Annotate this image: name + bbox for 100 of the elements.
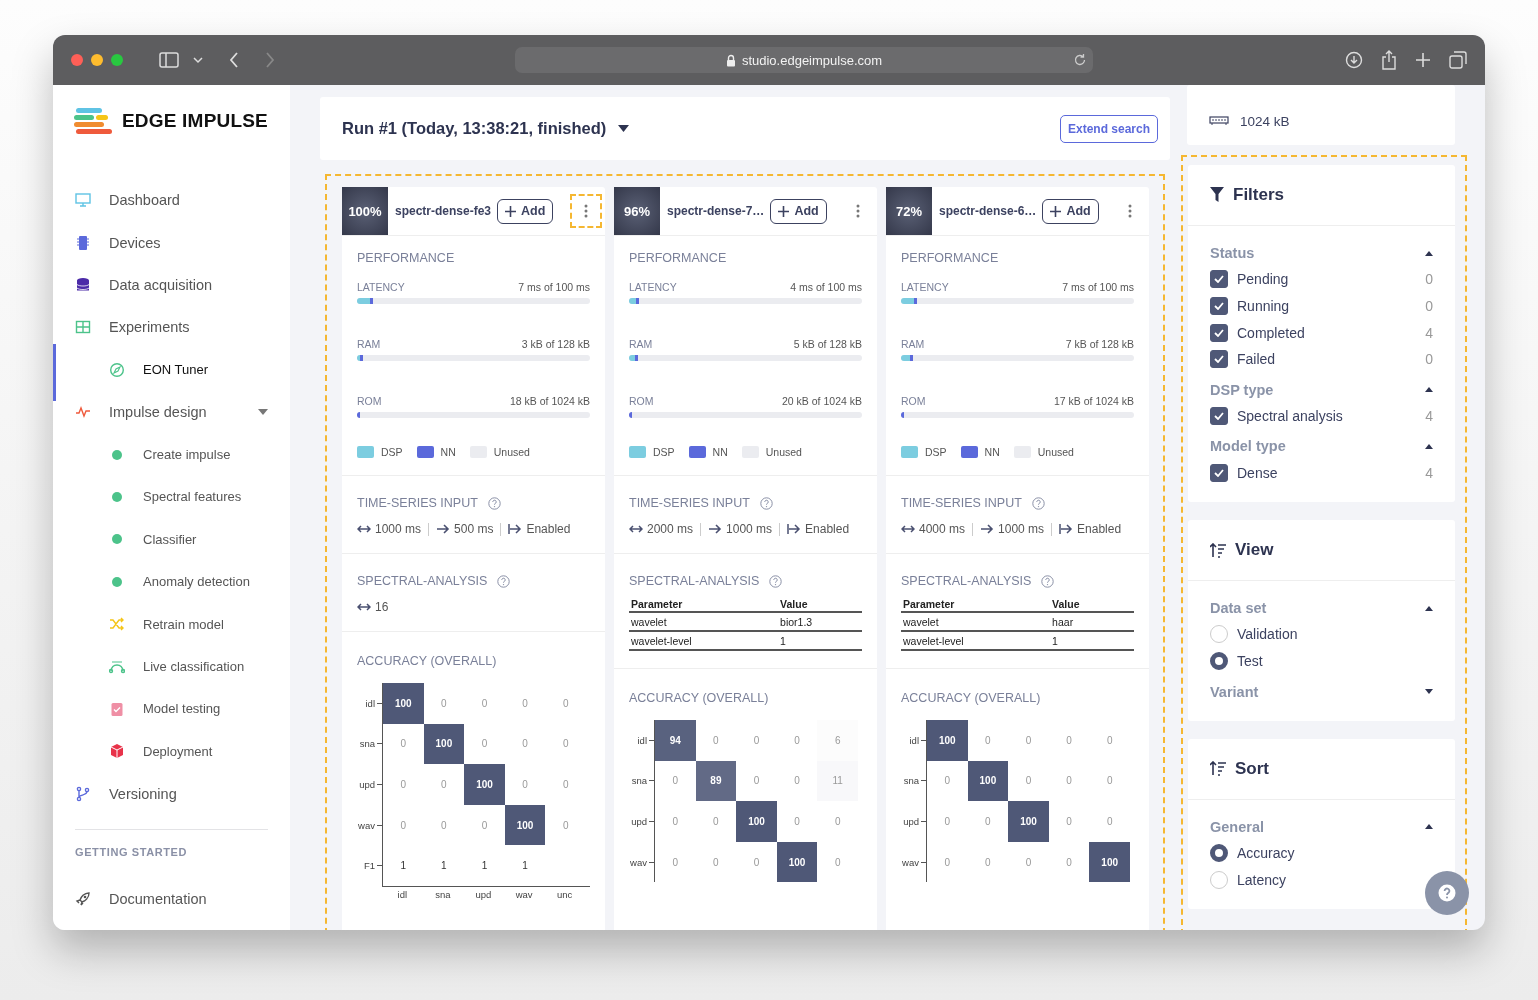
nav-item[interactable]: Anomaly detection: [53, 560, 268, 603]
chevron-down-icon[interactable]: [193, 56, 203, 64]
help-icon[interactable]: [769, 574, 783, 588]
metric-label: RAM: [901, 338, 925, 350]
help-icon[interactable]: [497, 574, 511, 588]
maximize-button[interactable]: [111, 54, 123, 66]
matrix-cell: 100: [967, 760, 1009, 802]
column-label: idl: [396, 888, 409, 902]
nav-item[interactable]: Dashboard: [53, 179, 268, 222]
caret-icon[interactable]: [1425, 605, 1433, 611]
help-icon[interactable]: [1041, 574, 1055, 588]
sort-icon: [1210, 542, 1226, 558]
double-arrow-icon: [901, 524, 915, 534]
more-icon[interactable]: [584, 204, 588, 218]
nav-item[interactable]: Model testing: [53, 687, 268, 731]
reload-icon[interactable]: [1073, 53, 1087, 67]
radio-button[interactable]: [1210, 652, 1228, 671]
matrix-cell-text: 0: [561, 696, 570, 711]
section-heading: GETTING STARTED: [74, 845, 189, 858]
checkbox[interactable]: [1210, 297, 1228, 316]
legend-label: Unused: [493, 446, 530, 458]
nav-item[interactable]: Retrain model: [53, 602, 268, 646]
matrix-cell-text: 0: [671, 815, 680, 829]
caret-icon[interactable]: [1425, 824, 1433, 829]
run-selector[interactable]: Run #1 (Today, 13:38:21, finished): [342, 119, 607, 138]
group-title: Data set: [1210, 600, 1267, 617]
help-icon[interactable]: [759, 496, 773, 510]
metric-reading: 3 kB of 128 kB: [521, 338, 590, 350]
table-cell: wavelet: [629, 612, 779, 631]
checkbox[interactable]: [1210, 407, 1228, 426]
radio-button[interactable]: [1210, 843, 1228, 862]
help-button[interactable]: [1425, 871, 1469, 915]
add-button[interactable]: Add: [1042, 198, 1099, 224]
checkbox[interactable]: [1210, 350, 1228, 369]
checkbox[interactable]: [1210, 270, 1228, 289]
add-button[interactable]: Add: [497, 198, 554, 224]
matrix-cell-text: 0: [561, 778, 570, 792]
caret-icon[interactable]: [618, 125, 630, 132]
nav-item[interactable]: Documentation: [53, 877, 268, 921]
table-cell: wavelet-level: [901, 631, 1051, 650]
back-icon[interactable]: [229, 52, 239, 68]
row-label: F1: [362, 860, 375, 872]
matrix-cell-text: 1: [521, 859, 529, 874]
nav-item[interactable]: Experiments: [53, 306, 268, 349]
matrix-cell-text: 0: [440, 778, 448, 792]
help-icon[interactable]: [487, 496, 501, 510]
nav-item[interactable]: Deployment: [53, 730, 268, 773]
radio-label: Test: [1237, 653, 1263, 670]
more-icon[interactable]: [856, 204, 860, 218]
table-cell: haar: [1050, 612, 1134, 631]
matrix-cell-text: 0: [712, 855, 720, 870]
checkbox[interactable]: [1210, 323, 1228, 342]
nav-item[interactable]: Data acquisition: [53, 263, 268, 307]
caret-icon[interactable]: [1425, 387, 1433, 393]
caret-icon[interactable]: [1425, 250, 1433, 256]
group-title: Model type: [1210, 438, 1286, 455]
minimize-button[interactable]: [91, 54, 103, 66]
matrix-cell: 100: [1089, 841, 1130, 883]
check-icon: [1214, 355, 1224, 364]
clipboard-icon: [109, 700, 125, 717]
radio-label: Validation: [1237, 626, 1298, 643]
radio-label: Accuracy: [1237, 844, 1295, 861]
row-label: idl: [636, 734, 647, 746]
matrix-cell-text: 0: [984, 855, 992, 870]
extend-search-button[interactable]: Extend search: [1059, 114, 1158, 143]
download-icon[interactable]: [1345, 51, 1363, 69]
address-bar[interactable]: studio.edgeimpulse.com: [515, 47, 1093, 73]
memory-icon: [1209, 116, 1229, 126]
matrix-cell-text: 0: [833, 815, 842, 829]
checkbox[interactable]: [1210, 463, 1228, 482]
tabs-overview-icon[interactable]: [1449, 51, 1467, 69]
help-icon[interactable]: [1031, 496, 1045, 510]
nav-item[interactable]: Create impulse: [53, 433, 268, 476]
nav-item[interactable]: Live classification: [53, 645, 268, 688]
section-title: TIME-SERIES INPUT: [901, 496, 1022, 510]
column-header: Parameter: [901, 597, 1051, 612]
checkbox-label: Pending: [1237, 271, 1289, 288]
checkbox-label: Failed: [1237, 351, 1276, 368]
matrix-cell-text: 0: [671, 774, 680, 789]
nav-item[interactable]: Spectral features: [53, 475, 268, 519]
matrix-cell-text: 0: [793, 733, 801, 748]
matrix-cell-text: 0: [752, 774, 761, 789]
share-icon[interactable]: [1381, 50, 1397, 70]
nav-item[interactable]: Impulse design: [53, 390, 268, 434]
metric-label: LATENCY: [357, 281, 405, 293]
column-header: Parameter: [629, 597, 779, 612]
nav-item[interactable]: Versioning: [53, 772, 268, 815]
matrix-cell-text: 0: [399, 778, 408, 792]
caret-icon[interactable]: [1425, 689, 1433, 694]
caret-icon[interactable]: [1425, 443, 1433, 449]
new-tab-icon[interactable]: [1415, 52, 1431, 68]
metric-label: ROM: [629, 395, 654, 407]
legend-label: Unused: [1037, 446, 1074, 458]
nav-item[interactable]: Classifier: [53, 518, 268, 561]
check-icon: [1214, 412, 1224, 421]
sidebar-toggle-icon[interactable]: [159, 52, 179, 68]
nav-item[interactable]: Devices: [53, 221, 268, 264]
arrow-to-bar-icon: [508, 524, 523, 534]
add-button[interactable]: Add: [770, 198, 827, 224]
more-icon[interactable]: [1128, 204, 1132, 218]
